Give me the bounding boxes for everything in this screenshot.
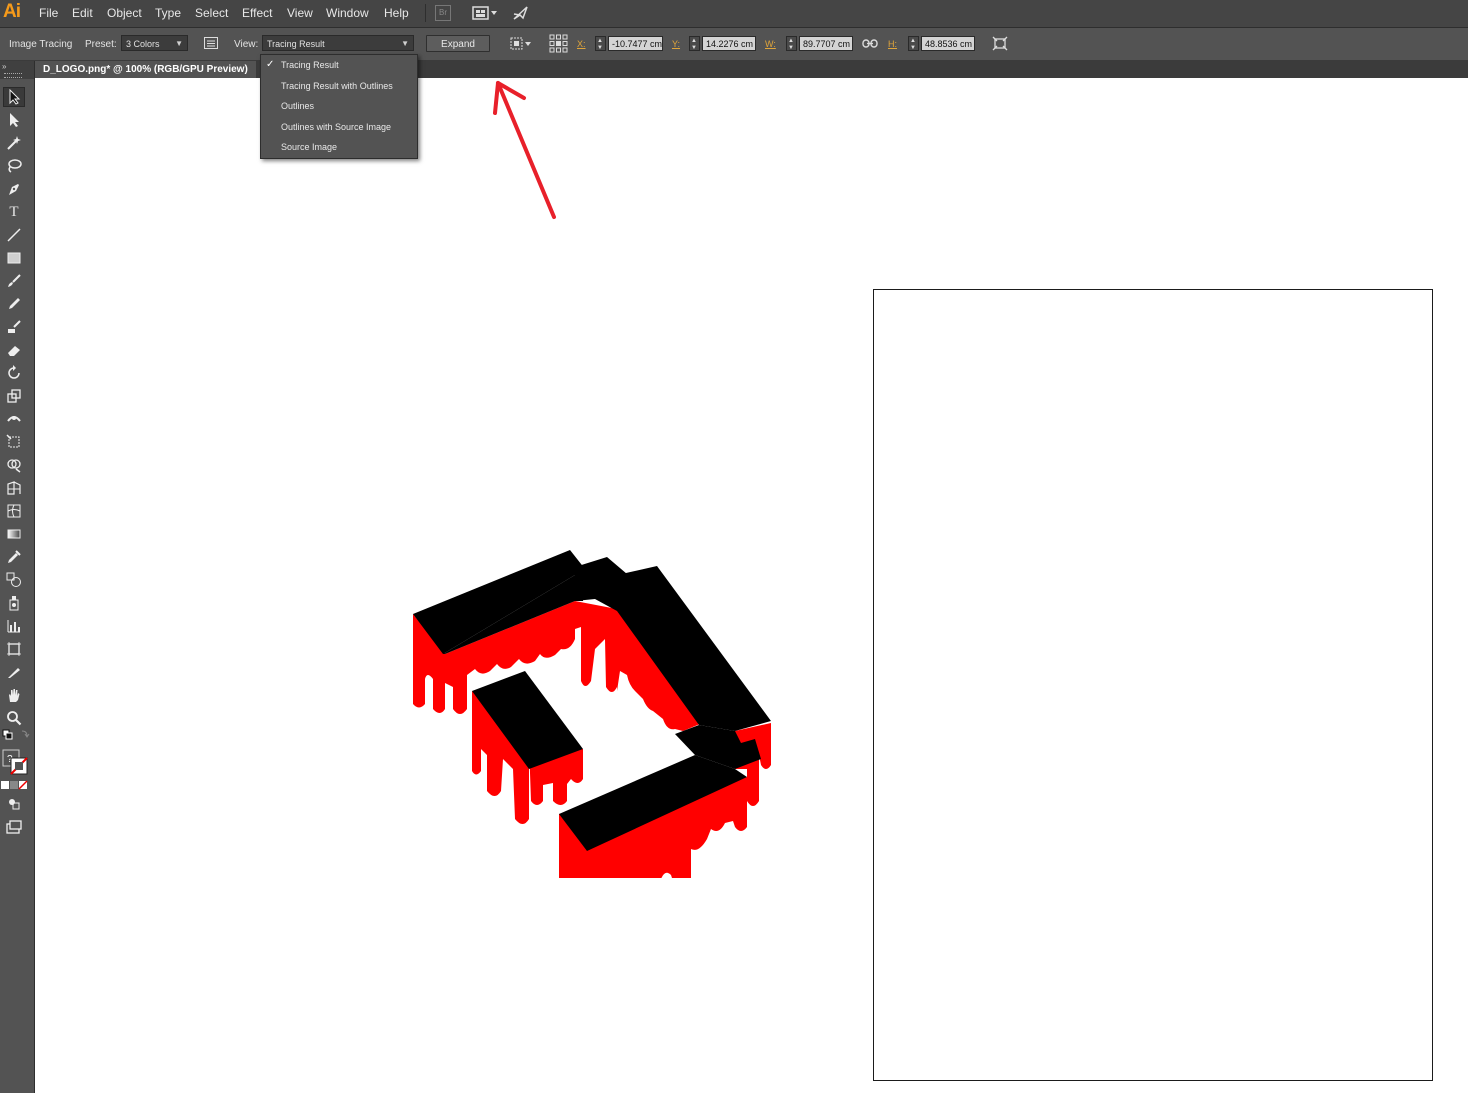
w-label: W: — [765, 39, 776, 49]
menu-view[interactable]: View — [287, 6, 313, 20]
eyedropper-tool-icon[interactable] — [3, 547, 25, 567]
rectangle-tool-icon[interactable] — [3, 248, 25, 268]
zoom-tool-icon[interactable] — [3, 708, 25, 728]
magic-wand-tool-icon[interactable] — [3, 133, 25, 153]
constrain-proportions-icon[interactable] — [862, 37, 878, 50]
view-option-label: Outlines — [281, 101, 315, 111]
menu-help[interactable]: Help — [384, 6, 409, 20]
view-option-tracing-result[interactable]: ✓ Tracing Result — [261, 55, 417, 75]
gradient-tool-icon[interactable] — [3, 524, 25, 544]
y-stepper[interactable]: ▲ ▼ — [689, 36, 700, 51]
paintbrush-tool-icon[interactable] — [3, 271, 25, 291]
menu-effect[interactable]: Effect — [242, 6, 272, 20]
width-tool-icon[interactable] — [3, 409, 25, 429]
slice-tool-icon[interactable] — [3, 662, 25, 682]
expand-button[interactable]: Expand — [426, 35, 490, 52]
menu-type[interactable]: Type — [155, 6, 181, 20]
bridge-icon[interactable]: Br — [435, 5, 451, 21]
artboard[interactable] — [873, 289, 1433, 1081]
view-option-label: Tracing Result with Outlines — [281, 81, 393, 91]
x-field[interactable]: -10.7477 cm — [608, 36, 663, 51]
canvas[interactable] — [35, 79, 1468, 1093]
blend-tool-icon[interactable] — [3, 570, 25, 590]
pen-tool-icon[interactable] — [3, 179, 25, 199]
type-tool-icon[interactable]: T — [3, 202, 25, 222]
h-stepper[interactable]: ▲ ▼ — [908, 36, 919, 51]
arrange-documents-icon[interactable] — [472, 5, 498, 21]
traced-logo[interactable] — [375, 468, 785, 878]
h-field[interactable]: 48.8536 cm — [921, 36, 975, 51]
color-mode-icons[interactable] — [1, 780, 29, 790]
shape-builder-tool-icon[interactable] — [3, 455, 25, 475]
free-transform-tool-icon[interactable] — [3, 432, 25, 452]
artboard-tool-icon[interactable] — [3, 639, 25, 659]
selection-tool-icon[interactable] — [3, 87, 25, 107]
screen-mode-icon[interactable] — [3, 817, 25, 837]
view-option-source-image[interactable]: Source Image — [261, 137, 417, 157]
blob-brush-tool-icon[interactable] — [3, 317, 25, 337]
hand-tool-icon[interactable] — [3, 685, 25, 705]
menu-divider — [425, 4, 426, 22]
mesh-tool-icon[interactable] — [3, 501, 25, 521]
view-option-outlines-source[interactable]: Outlines with Source Image — [261, 117, 417, 137]
view-option-label: Outlines with Source Image — [281, 122, 392, 132]
tracing-panel-icon[interactable] — [204, 37, 218, 49]
menu-window[interactable]: Window — [326, 6, 369, 20]
menu-file[interactable]: File — [39, 6, 58, 20]
perspective-grid-tool-icon[interactable] — [3, 478, 25, 498]
rotate-tool-icon[interactable] — [3, 363, 25, 383]
control-bar: Image Tracing Preset: 3 Colors ▼ View: T… — [0, 28, 1468, 61]
view-option-label: Source Image — [281, 142, 338, 152]
x-label: X: — [577, 39, 586, 49]
gpu-performance-icon[interactable] — [512, 5, 530, 21]
y-field[interactable]: 14.2276 cm — [702, 36, 756, 51]
fill-stroke-swatch[interactable]: ? — [2, 749, 30, 775]
lasso-tool-icon[interactable] — [3, 156, 25, 176]
checkmark-icon: ✓ — [266, 59, 275, 70]
preset-label: Preset: — [85, 39, 117, 50]
w-stepper[interactable]: ▲ ▼ — [786, 36, 797, 51]
pencil-tool-icon[interactable] — [3, 294, 25, 314]
preset-value: 3 Colors — [126, 39, 160, 49]
menu-edit[interactable]: Edit — [72, 6, 93, 20]
menu-bar: Ai File Edit Object Type Select Effect V… — [0, 0, 1468, 28]
symbol-sprayer-tool-icon[interactable] — [3, 593, 25, 613]
toolbox: » T ? — [0, 61, 35, 1093]
column-graph-tool-icon[interactable] — [3, 616, 25, 636]
drawing-mode-icon[interactable] — [3, 794, 25, 814]
h-label: H: — [888, 39, 897, 49]
transform-icon[interactable] — [992, 36, 1008, 51]
view-select[interactable]: Tracing Result ▼ — [262, 35, 414, 51]
line-tool-icon[interactable] — [3, 225, 25, 245]
view-label: View: — [234, 39, 259, 50]
align-to-selection-icon[interactable] — [509, 36, 533, 51]
view-option-label: Tracing Result — [281, 60, 339, 70]
panel-name[interactable]: Image Tracing — [9, 39, 72, 50]
preset-select[interactable]: 3 Colors ▼ — [121, 35, 188, 51]
document-tab[interactable]: D_LOGO.png* @ 100% (RGB/GPU Preview) — [35, 61, 256, 78]
app-logo: Ai — [3, 1, 21, 22]
menu-select[interactable]: Select — [195, 6, 228, 20]
direct-selection-tool-icon[interactable] — [3, 110, 25, 130]
eraser-tool-icon[interactable] — [3, 340, 25, 360]
y-label: Y: — [672, 39, 681, 49]
reference-point-icon[interactable] — [549, 34, 568, 53]
chevron-down-icon: ▼ — [401, 39, 409, 48]
chevron-down-icon: ▼ — [175, 39, 183, 48]
scale-tool-icon[interactable] — [3, 386, 25, 406]
annotation-arrow — [493, 81, 556, 219]
document-tab-bar: D_LOGO.png* @ 100% (RGB/GPU Preview) — [0, 61, 1468, 78]
view-dropdown-menu: ✓ Tracing Result Tracing Result with Out… — [260, 54, 418, 159]
x-stepper[interactable]: ▲ ▼ — [595, 36, 606, 51]
view-value: Tracing Result — [267, 39, 325, 49]
view-option-outlines[interactable]: Outlines — [261, 96, 417, 116]
menu-object[interactable]: Object — [107, 6, 142, 20]
view-option-tracing-result-outlines[interactable]: Tracing Result with Outlines — [261, 76, 417, 96]
w-field[interactable]: 89.7707 cm — [799, 36, 853, 51]
default-fill-stroke-icon[interactable] — [2, 729, 30, 741]
toolbox-header[interactable]: » — [0, 61, 34, 79]
